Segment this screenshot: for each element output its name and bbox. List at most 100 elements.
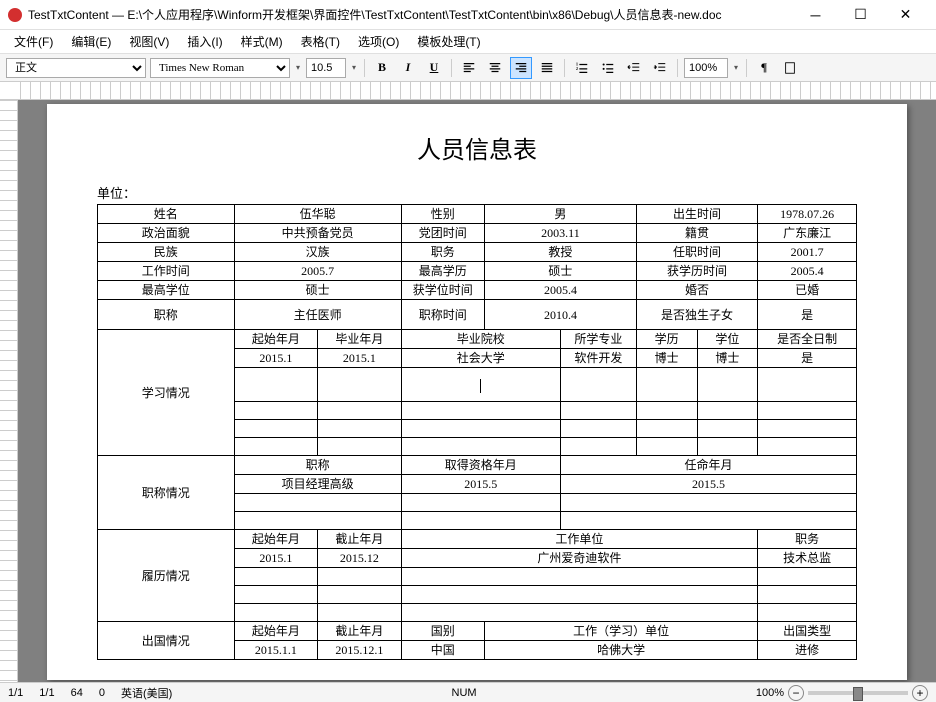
- menu-view[interactable]: 视图(V): [121, 31, 177, 52]
- cell[interactable]: 广州爱奇迪软件: [401, 549, 758, 568]
- cell[interactable]: 2015.1: [234, 349, 317, 368]
- cell[interactable]: 性别: [401, 205, 484, 224]
- cell[interactable]: 民族: [98, 243, 235, 262]
- cell[interactable]: 硕士: [485, 262, 637, 281]
- cell[interactable]: 已婚: [758, 281, 857, 300]
- cell[interactable]: 学习情况: [98, 330, 235, 456]
- zoom-in-button[interactable]: +: [912, 685, 928, 701]
- zoom-out-button[interactable]: −: [788, 685, 804, 701]
- cell[interactable]: 技术总监: [758, 549, 857, 568]
- cell[interactable]: 2015.12: [318, 549, 401, 568]
- cell[interactable]: 1978.07.26: [758, 205, 857, 224]
- cell[interactable]: 职称: [98, 300, 235, 330]
- horizontal-ruler[interactable]: [0, 82, 936, 100]
- zoom-combo[interactable]: [684, 58, 728, 78]
- cell[interactable]: 2010.4: [485, 300, 637, 330]
- cell[interactable]: 最高学历: [401, 262, 484, 281]
- numbered-list-button[interactable]: 12: [571, 57, 593, 79]
- menu-edit[interactable]: 编辑(E): [63, 31, 119, 52]
- cell[interactable]: 出国类型: [758, 622, 857, 641]
- maximize-button[interactable]: ☐: [838, 1, 883, 29]
- menu-options[interactable]: 选项(O): [350, 31, 407, 52]
- cell[interactable]: 出国情况: [98, 622, 235, 660]
- pilcrow-button[interactable]: ¶: [753, 57, 775, 79]
- cell[interactable]: 2001.7: [758, 243, 857, 262]
- cell[interactable]: 履历情况: [98, 530, 235, 622]
- cell[interactable]: 硕士: [234, 281, 401, 300]
- cell[interactable]: 任职时间: [636, 243, 757, 262]
- cell[interactable]: 截止年月: [318, 622, 401, 641]
- menu-format[interactable]: 样式(M): [233, 31, 291, 52]
- cell[interactable]: 国别: [401, 622, 484, 641]
- cell[interactable]: 中国: [401, 641, 484, 660]
- menu-insert[interactable]: 插入(I): [179, 31, 230, 52]
- cell[interactable]: 毕业年月: [318, 330, 401, 349]
- cell[interactable]: 获学位时间: [401, 281, 484, 300]
- align-right-button[interactable]: [510, 57, 532, 79]
- cell[interactable]: 2015.12.1: [318, 641, 401, 660]
- cell[interactable]: 广东廉江: [758, 224, 857, 243]
- cell[interactable]: 2015.1.1: [234, 641, 317, 660]
- align-justify-button[interactable]: [536, 57, 558, 79]
- cell[interactable]: 职称情况: [98, 456, 235, 530]
- align-left-button[interactable]: [458, 57, 480, 79]
- cell[interactable]: 党团时间: [401, 224, 484, 243]
- dropdown-icon[interactable]: ▾: [350, 57, 358, 79]
- dropdown-icon[interactable]: ▾: [732, 57, 740, 79]
- cell[interactable]: 是否全日制: [758, 330, 857, 349]
- cell[interactable]: 社会大学: [401, 349, 560, 368]
- cell[interactable]: 起始年月: [234, 330, 317, 349]
- cell[interactable]: 软件开发: [560, 349, 636, 368]
- cell[interactable]: 进修: [758, 641, 857, 660]
- font-combo[interactable]: Times New Roman: [150, 58, 290, 78]
- cell[interactable]: 籍贯: [636, 224, 757, 243]
- menu-file[interactable]: 文件(F): [6, 31, 61, 52]
- cell[interactable]: 姓名: [98, 205, 235, 224]
- cell[interactable]: 学历: [636, 330, 697, 349]
- document-icon[interactable]: [779, 57, 801, 79]
- indent-button[interactable]: [649, 57, 671, 79]
- cell[interactable]: 职务: [401, 243, 484, 262]
- cell[interactable]: 出生时间: [636, 205, 757, 224]
- vertical-ruler[interactable]: [0, 100, 18, 682]
- cell[interactable]: 中共预备党员: [234, 224, 401, 243]
- cell[interactable]: 最高学位: [98, 281, 235, 300]
- cell[interactable]: 2015.1: [318, 349, 401, 368]
- cell[interactable]: 2015.5: [401, 475, 560, 494]
- cell[interactable]: 工作（学习）单位: [485, 622, 758, 641]
- dropdown-icon[interactable]: ▾: [294, 57, 302, 79]
- cell[interactable]: 伍华聪: [234, 205, 401, 224]
- cell[interactable]: 工作时间: [98, 262, 235, 281]
- cell[interactable]: 是: [758, 349, 857, 368]
- cell[interactable]: 2003.11: [485, 224, 637, 243]
- cell[interactable]: 2015.5: [560, 475, 856, 494]
- cell[interactable]: 婚否: [636, 281, 757, 300]
- cell[interactable]: 起始年月: [234, 530, 317, 549]
- size-combo[interactable]: [306, 58, 346, 78]
- close-button[interactable]: ✕: [883, 1, 928, 29]
- cell[interactable]: 所学专业: [560, 330, 636, 349]
- menu-table[interactable]: 表格(T): [293, 31, 348, 52]
- cell[interactable]: 2015.1: [234, 549, 317, 568]
- cell[interactable]: 取得资格年月: [401, 456, 560, 475]
- cell[interactable]: 职务: [758, 530, 857, 549]
- cell[interactable]: 工作单位: [401, 530, 758, 549]
- cell[interactable]: 博士: [636, 349, 697, 368]
- outdent-button[interactable]: [623, 57, 645, 79]
- cell[interactable]: 男: [485, 205, 637, 224]
- cell[interactable]: 是: [758, 300, 857, 330]
- zoom-slider[interactable]: [808, 691, 908, 695]
- bold-button[interactable]: B: [371, 57, 393, 79]
- cell[interactable]: 2005.4: [758, 262, 857, 281]
- cell[interactable]: 博士: [697, 349, 758, 368]
- style-combo[interactable]: 正文: [6, 58, 146, 78]
- cell[interactable]: 是否独生子女: [636, 300, 757, 330]
- cell[interactable]: 2005.7: [234, 262, 401, 281]
- cell[interactable]: 政治面貌: [98, 224, 235, 243]
- cell[interactable]: 学位: [697, 330, 758, 349]
- cell[interactable]: 项目经理高级: [234, 475, 401, 494]
- cell[interactable]: 起始年月: [234, 622, 317, 641]
- underline-button[interactable]: U: [423, 57, 445, 79]
- cell[interactable]: 任命年月: [560, 456, 856, 475]
- italic-button[interactable]: I: [397, 57, 419, 79]
